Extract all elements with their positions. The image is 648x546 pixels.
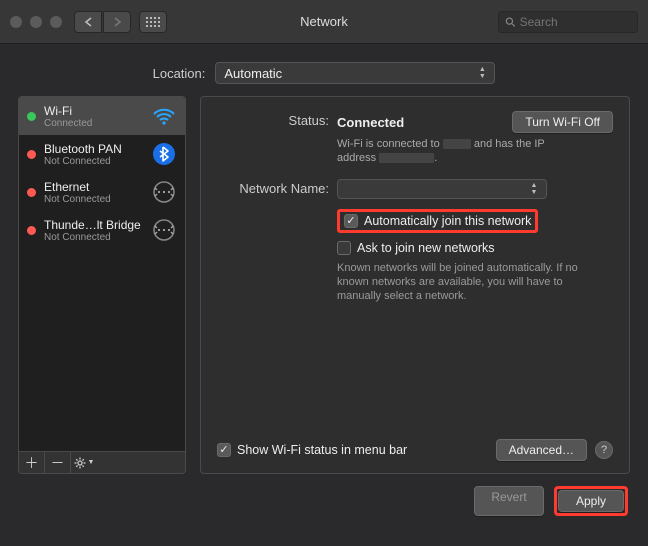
minimize-window[interactable] <box>30 16 42 28</box>
bluetooth-icon <box>151 141 177 167</box>
ask-to-join-help: Known networks will be joined automatica… <box>337 261 613 303</box>
service-list: Wi-Fi Connected Bluetooth PAN Not Connec… <box>18 96 186 452</box>
location-row: Location: Automatic ▲▼ <box>0 44 648 96</box>
search-icon <box>505 16 516 28</box>
forward-button[interactable] <box>103 11 131 33</box>
service-bluetooth-pan[interactable]: Bluetooth PAN Not Connected <box>19 135 185 173</box>
show-all-button[interactable] <box>139 11 167 33</box>
sidebar: Wi-Fi Connected Bluetooth PAN Not Connec… <box>18 96 186 474</box>
turn-wifi-off-button[interactable]: Turn Wi-Fi Off <box>512 111 613 133</box>
zoom-window[interactable] <box>50 16 62 28</box>
back-button[interactable] <box>74 11 102 33</box>
status-subtext: Wi-Fi is connected to and has the IP add… <box>337 137 613 165</box>
redacted-ip <box>379 153 434 163</box>
show-status-checkbox[interactable] <box>217 443 231 457</box>
wifi-icon <box>151 103 177 129</box>
network-name-select[interactable]: ▲▼ <box>337 179 547 199</box>
window-controls <box>10 16 62 28</box>
redacted-ssid <box>443 139 471 149</box>
close-window[interactable] <box>10 16 22 28</box>
status-label: Status: <box>217 111 337 128</box>
service-name: Wi-Fi <box>44 104 143 118</box>
ask-to-join-checkbox[interactable] <box>337 241 351 255</box>
search-input[interactable] <box>520 15 631 29</box>
select-arrows-icon: ▲▼ <box>474 63 490 83</box>
auto-join-label: Automatically join this network <box>364 214 531 228</box>
revert-button[interactable]: Revert <box>474 486 544 516</box>
service-name: Bluetooth PAN <box>44 142 143 156</box>
ask-to-join-label: Ask to join new networks <box>357 241 495 255</box>
gear-icon <box>74 457 86 469</box>
location-label: Location: <box>153 66 206 81</box>
service-status: Connected <box>44 118 143 129</box>
sidebar-footer: ＋ － ▼ <box>18 452 186 474</box>
service-name: Thunde…lt Bridge <box>44 218 143 232</box>
grid-icon <box>146 17 160 27</box>
service-status: Not Connected <box>44 156 143 167</box>
location-value: Automatic <box>224 66 282 81</box>
service-thunderbolt-bridge[interactable]: Thunde…lt Bridge Not Connected <box>19 211 185 249</box>
location-select[interactable]: Automatic ▲▼ <box>215 62 495 84</box>
network-name-label: Network Name: <box>217 179 337 196</box>
service-wifi[interactable]: Wi-Fi Connected <box>19 97 185 135</box>
highlight-apply: Apply <box>554 486 628 516</box>
status-dot <box>27 150 36 159</box>
add-service-button[interactable]: ＋ <box>19 452 45 473</box>
apply-button[interactable]: Apply <box>558 490 624 512</box>
search-field[interactable] <box>498 11 638 33</box>
status-dot <box>27 226 36 235</box>
ethernet-icon <box>151 179 177 205</box>
footer-actions: Revert Apply <box>0 474 648 516</box>
remove-service-button[interactable]: － <box>45 452 71 473</box>
status-value: Connected <box>337 115 404 130</box>
advanced-button[interactable]: Advanced… <box>496 439 587 461</box>
chevron-down-icon: ▼ <box>88 459 95 466</box>
service-actions-button[interactable]: ▼ <box>71 452 97 473</box>
service-status: Not Connected <box>44 232 143 243</box>
help-button[interactable]: ? <box>595 441 613 459</box>
auto-join-checkbox[interactable] <box>344 214 358 228</box>
show-status-label: Show Wi-Fi status in menu bar <box>237 443 407 457</box>
detail-pane: Status: Connected Turn Wi-Fi Off Wi-Fi i… <box>200 96 630 474</box>
ethernet-icon <box>151 217 177 243</box>
service-ethernet[interactable]: Ethernet Not Connected <box>19 173 185 211</box>
service-name: Ethernet <box>44 180 143 194</box>
highlight-auto-join: Automatically join this network <box>337 209 538 233</box>
service-status: Not Connected <box>44 194 143 205</box>
select-arrows-icon: ▲▼ <box>526 180 542 198</box>
status-dot <box>27 188 36 197</box>
titlebar: Network <box>0 0 648 44</box>
nav-buttons <box>74 11 131 33</box>
status-dot <box>27 112 36 121</box>
